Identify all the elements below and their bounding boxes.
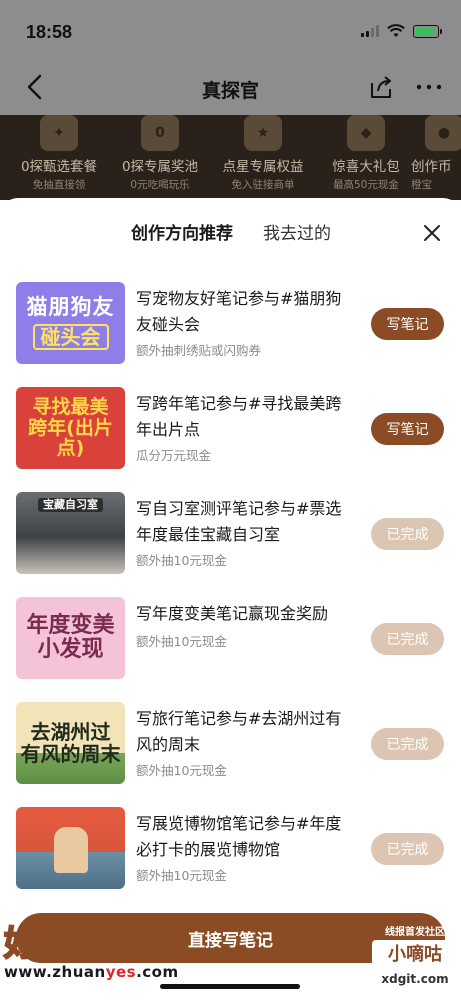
item-title: 写展览博物馆笔记参与#年度必打卡的展览博物馆 bbox=[136, 814, 342, 859]
benefit-subtitle: 最高50元现金 bbox=[333, 179, 399, 191]
list-item[interactable]: 写展览博物馆笔记参与#年度必打卡的展览博物馆 额外抽10元现金 已完成 bbox=[0, 807, 461, 897]
benefit-title: 0探甄选套餐 bbox=[20, 159, 98, 175]
thumbnail-text: 碰头会 bbox=[32, 323, 109, 350]
benefits-band: ✦ 0探甄选套餐 免抽直接领 0 0探专属奖池 0元吃喝玩乐 ★ 点星专属权益 … bbox=[0, 115, 461, 200]
share-icon[interactable] bbox=[368, 74, 394, 100]
benefit-subtitle: 橙宝 bbox=[411, 179, 432, 191]
completed-button[interactable]: 已完成 bbox=[371, 833, 444, 865]
benefits-row: ✦ 0探甄选套餐 免抽直接领 0 0探专属奖池 0元吃喝玩乐 ★ 点星专属权益 … bbox=[0, 115, 461, 200]
item-subtitle: 瓜分万元现金 bbox=[136, 448, 212, 463]
zero-yuan-icon: 0 bbox=[141, 115, 179, 151]
thumbnail-text: 有风的周末 bbox=[20, 742, 121, 766]
thumbnail-text: 跨年(出片点) bbox=[28, 416, 113, 460]
benefit-title: 创作币 bbox=[411, 159, 452, 175]
benefit-title: 点星专属权益 bbox=[222, 159, 304, 175]
status-bar: 18:58 bbox=[0, 0, 461, 60]
thumbnail-beauty: 年度变美 小发现 bbox=[16, 597, 125, 679]
benefit-subtitle: 免抽直接领 bbox=[32, 179, 86, 191]
status-icons bbox=[361, 24, 442, 38]
list-item[interactable]: 宝藏自习室 写自习室测评笔记参与#票选年度最佳宝藏自习室 额外抽10元现金 已完… bbox=[0, 492, 461, 582]
thumbnail-huzhou-travel: 去湖州过 有风的周末 bbox=[16, 702, 125, 784]
home-indicator[interactable] bbox=[160, 984, 300, 989]
list-item[interactable]: 去湖州过 有风的周末 写旅行笔记参与#去湖州过有风的周末 额外抽10元现金 已完… bbox=[0, 702, 461, 792]
thumbnail-text: 去湖州过 bbox=[30, 720, 111, 744]
item-subtitle: 额外抽刺绣贴或闪购券 bbox=[136, 343, 262, 358]
item-subtitle: 额外抽10元现金 bbox=[136, 868, 227, 883]
cta-label: 直接写笔记 bbox=[188, 930, 273, 951]
benefit-item[interactable]: ◆ 惊喜大礼包 最高50元现金 bbox=[316, 115, 416, 192]
red-packet-icon: ◆ bbox=[347, 115, 385, 151]
completed-button[interactable]: 已完成 bbox=[371, 518, 444, 550]
item-title: 写宠物友好笔记参与#猫朋狗友碰头会 bbox=[136, 289, 342, 334]
wifi-icon bbox=[387, 24, 405, 37]
watermark-left: 好赚网 www.zhuanyes.com bbox=[3, 916, 179, 981]
nav-bar: 真探官 bbox=[0, 62, 461, 112]
sheet-tabs: 创作方向推荐 我去过的 bbox=[0, 198, 461, 262]
list-item[interactable]: 年度变美 小发现 写年度变美笔记赢现金奖励 额外抽10元现金 已完成 bbox=[0, 597, 461, 687]
thumbnail-text: 寻找最美 bbox=[32, 395, 109, 418]
museum-statue-icon bbox=[53, 827, 88, 873]
watermark-url: xdgit.com bbox=[381, 972, 449, 986]
benefit-subtitle: 免入驻接商单 bbox=[231, 179, 295, 191]
thumbnail-text: 小发现 bbox=[37, 637, 104, 662]
thumbnail-museum bbox=[16, 807, 125, 889]
list-item[interactable]: 寻找最美 跨年(出片点) 写跨年笔记参与#寻找最美跨年出片点 瓜分万元现金 写笔… bbox=[0, 387, 461, 477]
close-icon[interactable] bbox=[421, 222, 443, 244]
watermark-brand: 好赚网 bbox=[3, 923, 112, 965]
completed-button[interactable]: 已完成 bbox=[371, 728, 444, 760]
watermark-brand: 小嘀咕 bbox=[372, 940, 458, 966]
star-icon: ★ bbox=[244, 115, 282, 151]
completed-button[interactable]: 已完成 bbox=[371, 623, 444, 655]
item-subtitle: 额外抽10元现金 bbox=[136, 763, 227, 778]
item-title: 写自习室测评笔记参与#票选年度最佳宝藏自习室 bbox=[136, 499, 342, 544]
write-note-button[interactable]: 写笔记 bbox=[371, 413, 444, 445]
write-note-button[interactable]: 写笔记 bbox=[371, 308, 444, 340]
item-title: 写年度变美笔记赢现金奖励 bbox=[136, 604, 329, 623]
watermark-right: 线报首发社区 小嘀咕 xdgit.com bbox=[372, 923, 458, 986]
thumbnail-text: 猫朋狗友 bbox=[26, 295, 115, 320]
battery-icon bbox=[413, 24, 442, 38]
benefit-item[interactable]: ✦ 0探甄选套餐 免抽直接领 bbox=[9, 115, 109, 192]
cellular-signal-icon bbox=[361, 25, 379, 37]
coin-icon: ● bbox=[425, 115, 461, 151]
watermark-caption: 线报首发社区 bbox=[385, 927, 445, 938]
benefit-subtitle: 0元吃喝玩乐 bbox=[130, 179, 190, 191]
benefit-title: 惊喜大礼包 bbox=[332, 159, 400, 175]
thumbnail-pet-meetup: 猫朋狗友 碰头会 bbox=[16, 282, 125, 364]
item-subtitle: 额外抽10元现金 bbox=[136, 553, 227, 568]
tab-places-visited[interactable]: 我去过的 bbox=[263, 219, 331, 244]
background-app-header: 18:58 真探官 bbox=[0, 0, 461, 115]
list-item[interactable]: 猫朋狗友 碰头会 写宠物友好笔记参与#猫朋狗友碰头会 额外抽刺绣贴或闪购券 写笔… bbox=[0, 282, 461, 372]
thumbnail-text: 宝藏自习室 bbox=[38, 498, 103, 513]
item-title: 写跨年笔记参与#寻找最美跨年出片点 bbox=[136, 394, 342, 439]
status-time: 18:58 bbox=[26, 22, 73, 42]
bottom-sheet: 创作方向推荐 我去过的 猫朋狗友 碰头会 写宠物友好笔记参与#猫朋狗友碰头会 额… bbox=[0, 198, 461, 1000]
item-title: 写旅行笔记参与#去湖州过有风的周末 bbox=[136, 709, 342, 754]
benefit-item[interactable]: ★ 点星专属权益 免入驻接商单 bbox=[213, 115, 313, 192]
benefit-title: 0探专属奖池 bbox=[121, 159, 199, 175]
watermark-url: www.zhuanyes.com bbox=[4, 963, 179, 981]
tab-recommended-directions[interactable]: 创作方向推荐 bbox=[131, 219, 233, 244]
thumbnail-text: 年度变美 bbox=[26, 612, 115, 638]
thumbnail-study-room: 宝藏自习室 bbox=[16, 492, 125, 574]
thumbnail-new-year: 寻找最美 跨年(出片点) bbox=[16, 387, 125, 469]
star-diamond-icon: ✦ bbox=[40, 115, 78, 151]
more-options-icon[interactable] bbox=[412, 74, 446, 100]
item-subtitle: 额外抽10元现金 bbox=[136, 634, 227, 649]
benefit-item[interactable]: 0 0探专属奖池 0元吃喝玩乐 bbox=[110, 115, 210, 192]
benefit-item[interactable]: ● 创作币 橙宝 bbox=[411, 115, 461, 192]
